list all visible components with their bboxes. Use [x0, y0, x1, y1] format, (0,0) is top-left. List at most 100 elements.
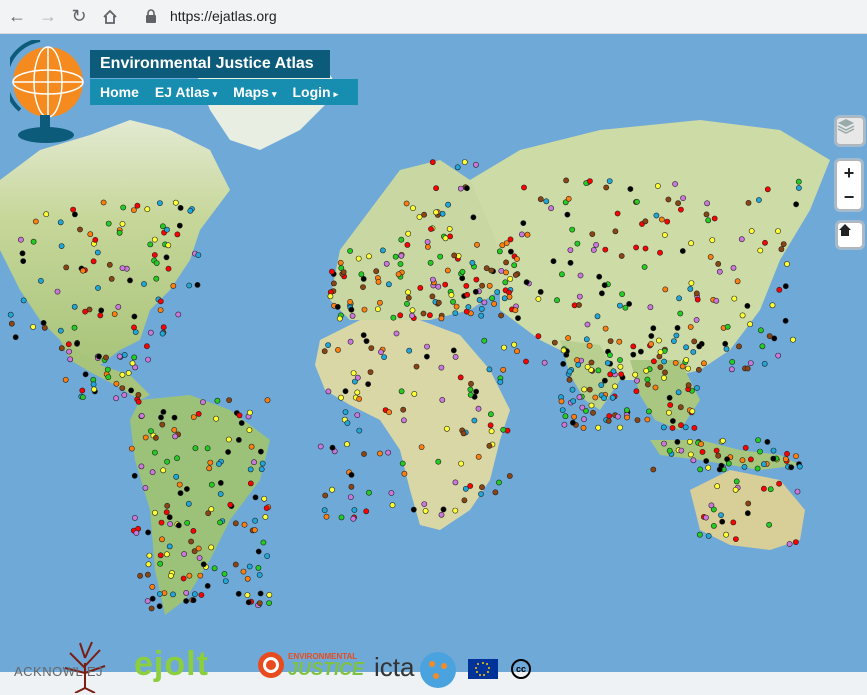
conflict-marker[interactable]: [116, 353, 123, 360]
conflict-marker[interactable]: [486, 366, 493, 373]
conflict-marker[interactable]: [119, 371, 126, 378]
conflict-marker[interactable]: [199, 399, 206, 405]
conflict-marker[interactable]: [164, 458, 170, 465]
conflict-marker[interactable]: [719, 518, 726, 525]
conflict-marker[interactable]: [262, 514, 269, 520]
conflict-marker[interactable]: [469, 259, 476, 266]
conflict-marker[interactable]: [458, 460, 464, 467]
conflict-marker[interactable]: [180, 575, 187, 582]
conflict-marker[interactable]: [404, 241, 411, 248]
conflict-marker[interactable]: [245, 599, 252, 606]
conflict-marker[interactable]: [134, 202, 141, 209]
conflict-marker[interactable]: [325, 342, 331, 348]
conflict-marker[interactable]: [159, 536, 165, 543]
conflict-marker[interactable]: [217, 519, 223, 526]
conflict-marker[interactable]: [156, 200, 163, 206]
conflict-marker[interactable]: [428, 226, 434, 232]
conflict-marker[interactable]: [634, 417, 641, 423]
conflict-marker[interactable]: [100, 199, 107, 206]
conflict-marker[interactable]: [244, 592, 251, 598]
conflict-marker[interactable]: [745, 199, 752, 206]
conflict-marker[interactable]: [487, 422, 494, 429]
conflict-marker[interactable]: [601, 395, 607, 401]
conflict-marker[interactable]: [400, 417, 407, 424]
conflict-marker[interactable]: [502, 279, 509, 286]
conflict-marker[interactable]: [440, 506, 447, 513]
conflict-marker[interactable]: [217, 491, 224, 497]
conflict-marker[interactable]: [565, 335, 571, 341]
conflict-marker[interactable]: [713, 297, 720, 304]
conflict-marker[interactable]: [244, 575, 251, 582]
conflict-marker[interactable]: [697, 466, 704, 473]
conflict-marker[interactable]: [340, 269, 347, 275]
conflict-marker[interactable]: [338, 394, 344, 401]
conflict-marker[interactable]: [476, 296, 483, 303]
conflict-marker[interactable]: [157, 307, 164, 313]
conflict-marker[interactable]: [327, 293, 334, 300]
conflict-marker[interactable]: [80, 267, 86, 274]
conflict-marker[interactable]: [782, 317, 789, 324]
conflict-marker[interactable]: [222, 578, 229, 584]
conflict-marker[interactable]: [172, 433, 178, 440]
conflict-marker[interactable]: [691, 338, 698, 345]
conflict-marker[interactable]: [643, 367, 650, 374]
conflict-marker[interactable]: [204, 445, 211, 452]
conflict-marker[interactable]: [71, 303, 78, 310]
conflict-marker[interactable]: [462, 485, 469, 492]
conflict-marker[interactable]: [166, 514, 173, 521]
conflict-marker[interactable]: [151, 252, 158, 258]
conflict-marker[interactable]: [186, 282, 193, 289]
conflict-marker[interactable]: [666, 447, 673, 454]
conflict-marker[interactable]: [478, 305, 485, 312]
conflict-marker[interactable]: [732, 486, 739, 493]
reload-icon[interactable]: ↻: [65, 3, 93, 31]
conflict-marker[interactable]: [156, 591, 163, 597]
conflict-marker[interactable]: [653, 212, 660, 219]
conflict-marker[interactable]: [588, 359, 595, 366]
conflict-marker[interactable]: [459, 268, 466, 275]
conflict-marker[interactable]: [678, 422, 684, 429]
conflict-marker[interactable]: [232, 561, 239, 568]
conflict-marker[interactable]: [323, 513, 330, 520]
conflict-marker[interactable]: [156, 603, 163, 610]
conflict-marker[interactable]: [590, 247, 597, 253]
conflict-marker[interactable]: [617, 424, 623, 431]
conflict-marker[interactable]: [147, 329, 154, 336]
conflict-marker[interactable]: [443, 425, 450, 432]
conflict-marker[interactable]: [472, 161, 479, 168]
conflict-marker[interactable]: [444, 267, 451, 274]
conflict-marker[interactable]: [54, 288, 61, 295]
conflict-marker[interactable]: [661, 358, 667, 365]
conflict-marker[interactable]: [20, 258, 27, 264]
conflict-marker[interactable]: [200, 561, 207, 568]
conflict-marker[interactable]: [492, 489, 499, 496]
conflict-marker[interactable]: [360, 332, 367, 338]
conflict-marker[interactable]: [764, 186, 771, 193]
conflict-marker[interactable]: [119, 220, 126, 227]
conflict-marker[interactable]: [616, 338, 623, 345]
conflict-marker[interactable]: [674, 438, 681, 445]
conflict-marker[interactable]: [694, 385, 700, 391]
conflict-marker[interactable]: [711, 215, 718, 222]
conflict-marker[interactable]: [576, 302, 582, 308]
conflict-marker[interactable]: [392, 253, 399, 260]
conflict-marker[interactable]: [241, 521, 248, 528]
conflict-marker[interactable]: [196, 555, 203, 561]
conflict-marker[interactable]: [342, 388, 349, 395]
conflict-marker[interactable]: [511, 341, 517, 348]
conflict-marker[interactable]: [153, 260, 160, 266]
conflict-marker[interactable]: [569, 386, 576, 393]
conflict-marker[interactable]: [624, 414, 630, 421]
conflict-marker[interactable]: [596, 273, 603, 280]
conflict-marker[interactable]: [361, 451, 367, 457]
conflict-marker[interactable]: [17, 236, 24, 243]
conflict-marker[interactable]: [19, 250, 26, 257]
conflict-marker[interactable]: [589, 231, 596, 237]
conflict-marker[interactable]: [258, 466, 265, 473]
conflict-marker[interactable]: [157, 560, 164, 567]
conflict-marker[interactable]: [174, 455, 180, 462]
conflict-marker[interactable]: [713, 447, 720, 454]
conflict-marker[interactable]: [214, 397, 221, 404]
conflict-marker[interactable]: [630, 343, 637, 350]
conflict-marker[interactable]: [468, 380, 474, 387]
